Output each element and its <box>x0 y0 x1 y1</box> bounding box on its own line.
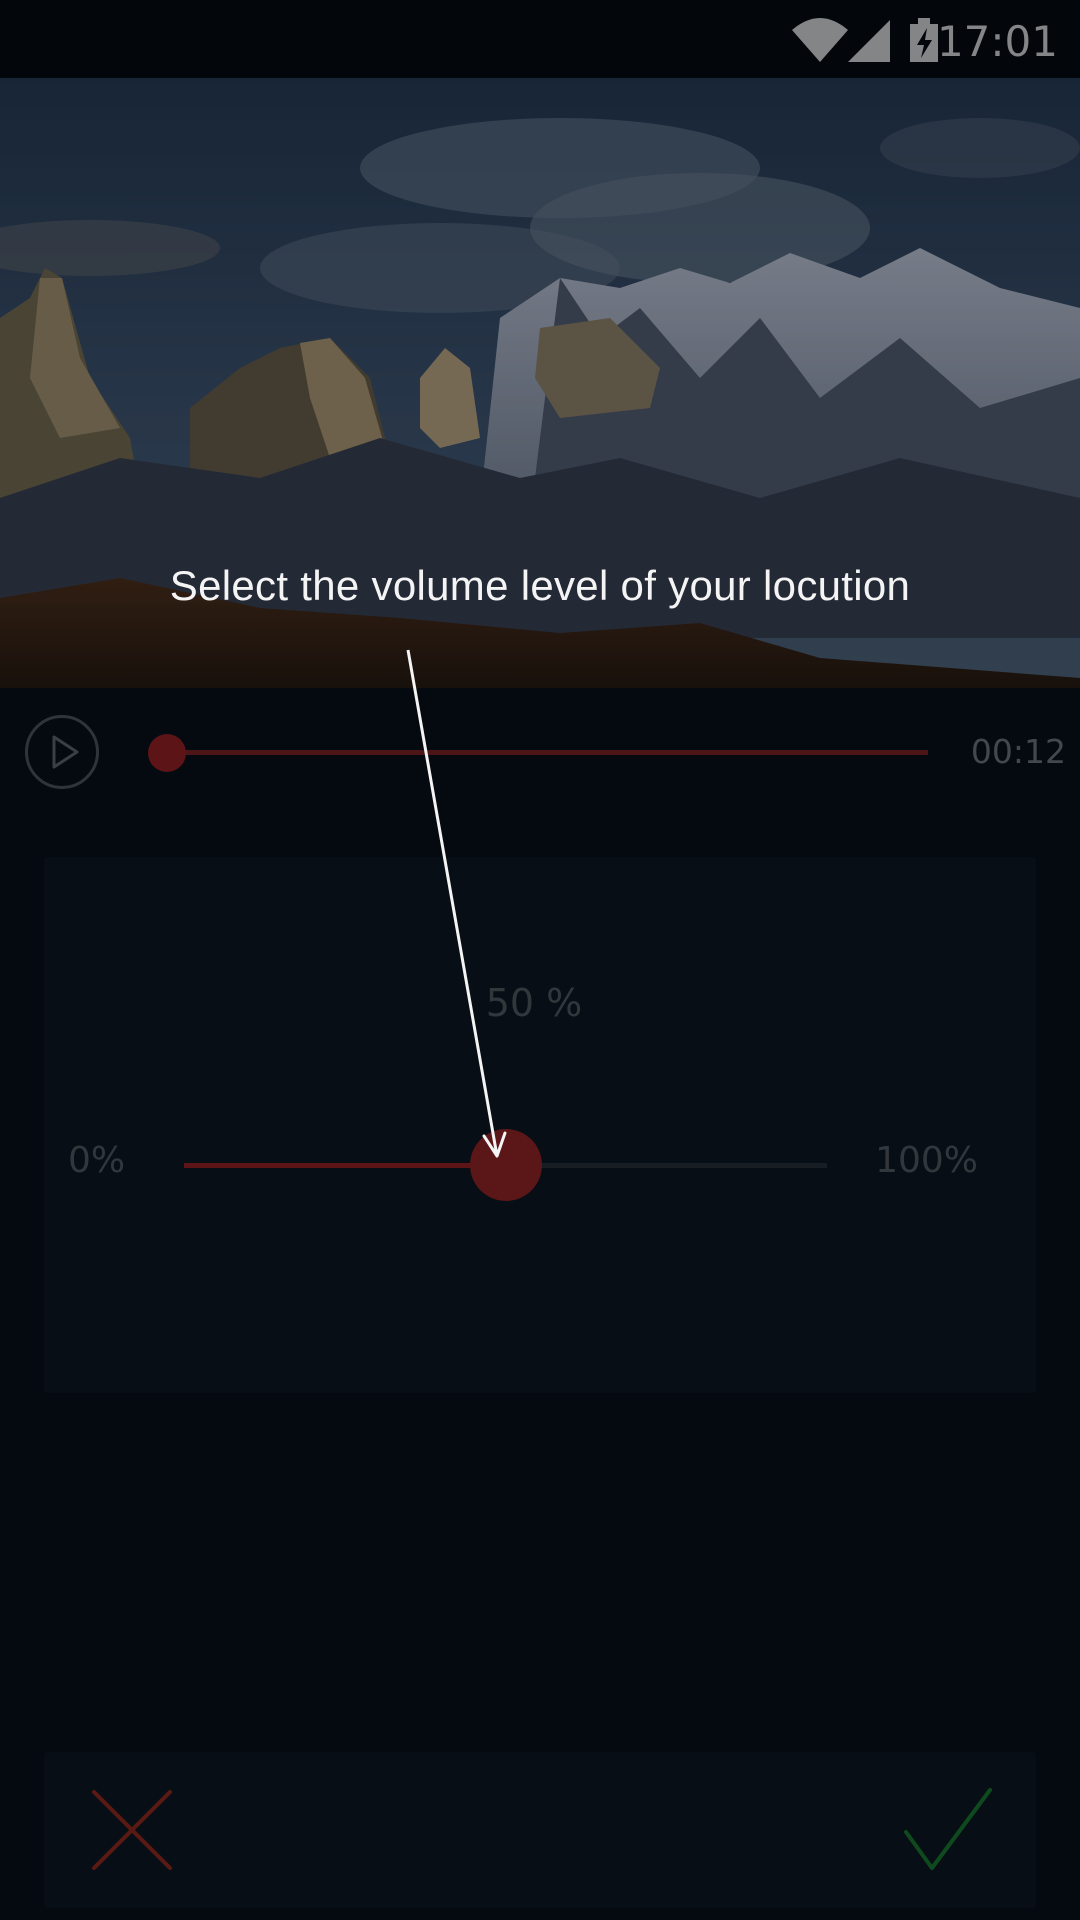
play-button[interactable] <box>25 715 99 789</box>
volume-value-label: 50 % <box>485 981 583 1025</box>
playback-progress-thumb[interactable] <box>148 734 186 772</box>
volume-slider-fill <box>184 1163 506 1168</box>
confirm-button[interactable] <box>900 1782 996 1878</box>
signal-icon <box>848 20 890 62</box>
tutorial-hint: Select the volume level of your locution <box>169 562 911 609</box>
playback-progress-track[interactable] <box>166 750 928 755</box>
cancel-button[interactable] <box>84 1782 180 1878</box>
play-icon <box>52 735 79 769</box>
volume-slider-thumb[interactable] <box>469 1129 542 1201</box>
status-bar: 17:01 <box>0 0 1080 78</box>
wifi-icon <box>792 18 848 62</box>
check-icon <box>904 1788 992 1870</box>
volume-max-label: 100% <box>875 1140 978 1181</box>
elapsed-time: 00:12 <box>970 732 1066 771</box>
volume-min-label: 0% <box>68 1140 126 1181</box>
audio-player: 00:12 <box>0 688 1080 818</box>
volume-card: 50 % 0% 100% <box>44 857 1036 1393</box>
action-bar <box>44 1752 1036 1908</box>
close-icon <box>92 1790 172 1870</box>
status-time: 17:01 <box>936 17 1058 66</box>
